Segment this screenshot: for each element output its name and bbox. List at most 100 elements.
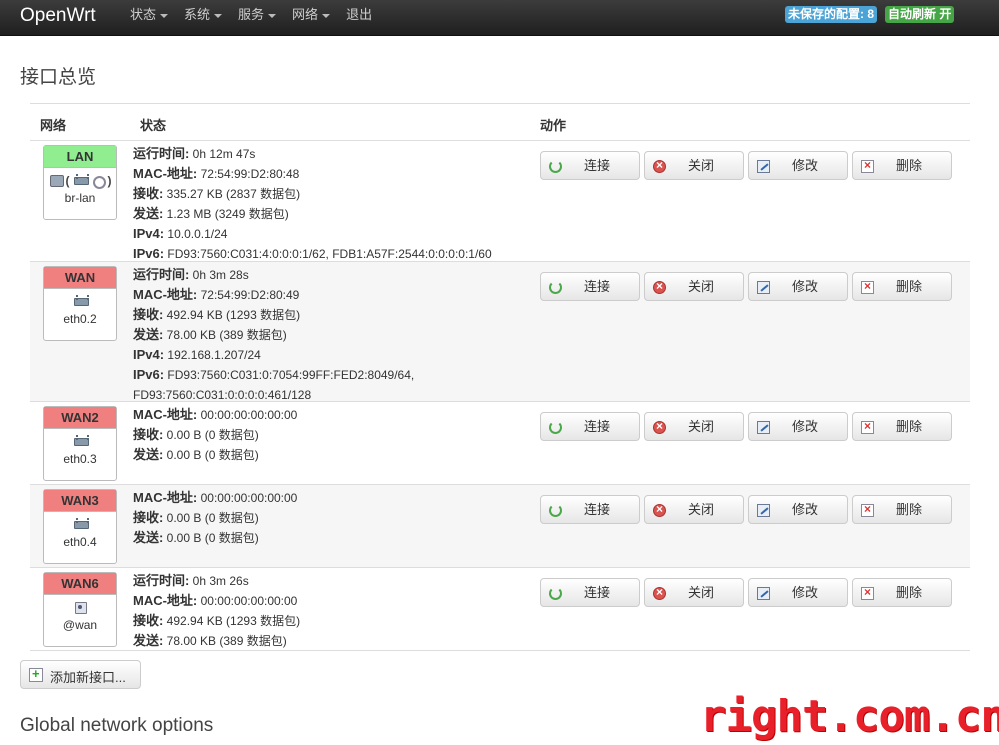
close-button[interactable]: 关闭 [644,412,744,441]
chevron-down-icon [160,13,169,18]
interface-icons [44,435,116,449]
paren-open: ( [65,174,70,188]
status-key: 运行时间: [133,573,190,588]
interface-device: @wan [62,618,98,632]
status-key: 接收: [133,186,164,201]
add-interface-button[interactable]: 添加新接口... [20,660,141,689]
status-line: 接收: 335.27 KB (2837 数据包) [133,184,492,204]
menu-status-label: 状态 [130,7,157,22]
delete-label: 删除 [895,419,922,434]
connect-button[interactable]: 连接 [540,578,640,607]
status-value: 0.00 B (0 数据包) [163,448,259,462]
interface-device: eth0.2 [63,312,97,326]
menu-system[interactable]: 系统 [176,0,230,36]
page-title: 接口总览 [20,67,97,88]
add-interface-label: 添加新接口... [50,670,126,685]
status-line: MAC-地址: 00:00:00:00:00:00 [133,591,300,611]
table-body: LAN() br-lan 运行时间: 0h 12m 47s MAC-地址: 72:54… [30,141,970,651]
status-line: 发送: 0.00 B (0 数据包) [133,528,297,548]
edit-button[interactable]: 修改 [748,412,848,441]
close-button[interactable]: 关闭 [644,578,744,607]
bridge-icon [49,174,64,187]
edit-button[interactable]: 修改 [748,495,848,524]
close-label: 关闭 [687,502,714,517]
status-value: 0.00 B (0 数据包) [163,511,259,525]
status-line: 发送: 1.23 MB (3249 数据包) [133,204,492,224]
status-line: 接收: 0.00 B (0 数据包) [133,425,297,445]
edit-label: 修改 [791,585,818,600]
interface-badge[interactable]: WAN6 @wan [43,572,117,647]
interface-badge[interactable]: WAN eth0.2 [43,266,117,341]
status-key: IPv6: [133,246,165,261]
unsaved-changes-badge[interactable]: 未保存的配置: 8 [785,6,878,23]
delete-button[interactable]: 删除 [852,151,952,180]
delete-label: 删除 [895,279,922,294]
close-button[interactable]: 关闭 [644,272,744,301]
delete-label: 删除 [895,585,922,600]
interface-name: LAN [44,146,116,168]
interface-name: WAN3 [44,490,116,512]
wireless-icon [91,174,106,189]
status-key: 接收: [133,427,164,442]
edit-button[interactable]: 修改 [748,578,848,607]
delete-button[interactable]: 删除 [852,272,952,301]
status-line: 接收: 492.94 KB (1293 数据包) [133,305,414,325]
delete-label: 删除 [895,502,922,517]
status-line: 运行时间: 0h 12m 47s [133,144,492,164]
edit-button[interactable]: 修改 [748,151,848,180]
status-value: 1.23 MB (3249 数据包) [163,207,289,221]
ethernet-port-icon [73,435,89,447]
status-value: 00:00:00:00:00:00 [197,594,298,608]
interface-badge[interactable]: WAN3 eth0.4 [43,489,117,564]
interface-icons [44,601,116,615]
edit-button[interactable]: 修改 [748,272,848,301]
chevron-down-icon [214,13,223,18]
menu-network[interactable]: 网络 [284,0,338,36]
edit-label: 修改 [791,502,818,517]
status-line: 运行时间: 0h 3m 26s [133,571,300,591]
delete-button[interactable]: 删除 [852,412,952,441]
status-key: 运行时间: [133,267,190,282]
edit-label: 修改 [791,279,818,294]
connect-label: 连接 [583,502,610,517]
close-button[interactable]: 关闭 [644,495,744,524]
connect-button[interactable]: 连接 [540,412,640,441]
close-label: 关闭 [687,279,714,294]
interface-name: WAN [44,267,116,289]
status-value: 0.00 B (0 数据包) [163,428,259,442]
connect-label: 连接 [583,158,610,173]
brand-logo[interactable]: OpenWrt [20,4,96,28]
chevron-down-icon [268,13,277,18]
menu-network-label: 网络 [292,7,319,22]
status-key: IPv6: [133,367,165,382]
delete-button[interactable]: 删除 [852,578,952,607]
interfaces-table: 网络 状态 动作 LAN() br-lan 运行时间: 0h 12m 47s MAC-… [30,103,970,651]
status-line: 运行时间: 0h 3m 28s [133,265,414,285]
status-value: 78.00 KB (389 数据包) [163,634,287,648]
interface-badge[interactable]: WAN2 eth0.3 [43,406,117,481]
status-value: FD93:7560:C031:4:0:0:0:1/62, FDB1:A57F:2… [164,247,492,261]
menu-status[interactable]: 状态 [122,0,176,36]
interface-status: 运行时间: 0h 3m 26s MAC-地址: 00:00:00:00:00:00… [133,571,300,651]
connect-button[interactable]: 连接 [540,272,640,301]
table-row: WAN2 eth0.3 MAC-地址: 00:00:00:00:00:00 接收: 0… [30,402,970,485]
navbar: OpenWrt 状态 系统 服务 网络 退出 未保存的配置: 8 自动刷新 开 [0,0,999,36]
status-line: IPv4: 10.0.0.1/24 [133,224,492,244]
status-value: 0h 3m 26s [189,574,249,588]
connect-button[interactable]: 连接 [540,495,640,524]
close-button[interactable]: 关闭 [644,151,744,180]
header-status: 状态 [140,118,167,133]
status-key: 接收: [133,613,164,628]
delete-button[interactable]: 删除 [852,495,952,524]
auto-refresh-badge[interactable]: 自动刷新 开 [885,6,955,23]
menu-services[interactable]: 服务 [230,0,284,36]
status-key: 发送: [133,530,164,545]
status-value: 78.00 KB (389 数据包) [163,328,287,342]
connect-button[interactable]: 连接 [540,151,640,180]
interface-badge[interactable]: LAN () br-lan [43,145,117,220]
alias-interface-icon [73,601,87,615]
status-line: IPv4: 192.168.1.207/24 [133,345,414,365]
global-network-options-title: Global network options [20,715,214,736]
status-line: 接收: 0.00 B (0 数据包) [133,508,297,528]
menu-logout[interactable]: 退出 [338,0,380,36]
